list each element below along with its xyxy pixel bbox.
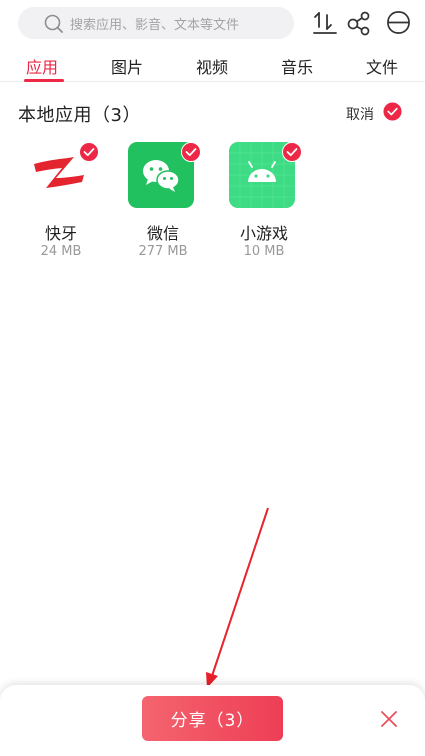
close-icon[interactable] xyxy=(379,709,399,729)
app-name: 微信 xyxy=(146,224,179,243)
tab-images[interactable]: 图片 xyxy=(97,54,157,78)
share-screen: 搜索应用、影音、文本等文件 应用 图片 视频 音乐 文件 本地应用（3） 取消 … xyxy=(0,0,425,756)
download-icon[interactable] xyxy=(312,10,338,36)
tab-apps[interactable]: 应用 xyxy=(12,54,72,78)
tab-videos[interactable]: 视频 xyxy=(182,54,242,78)
share-button[interactable]: 分享（3） xyxy=(142,696,283,741)
app-size: 10 MB xyxy=(243,244,285,259)
app-name: 小游戏 xyxy=(239,224,288,243)
app-size: 277 MB xyxy=(138,244,188,259)
cancel-button[interactable]: 取消 xyxy=(346,104,374,124)
app-icon-container xyxy=(229,142,302,209)
search-icon xyxy=(44,14,63,33)
bottom-action-bar: 分享（3） xyxy=(0,685,425,756)
active-tab-indicator xyxy=(24,79,64,82)
category-tabs: 应用 图片 视频 音乐 文件 xyxy=(0,46,425,82)
select-all-check-icon[interactable] xyxy=(383,102,402,121)
selected-check-icon[interactable] xyxy=(282,142,302,162)
top-bar: 搜索应用、影音、文本等文件 xyxy=(0,0,425,46)
tab-music[interactable]: 音乐 xyxy=(267,54,327,78)
app-icon-container xyxy=(26,142,99,209)
selected-check-icon[interactable] xyxy=(181,142,201,162)
app-name: 快牙 xyxy=(44,224,77,243)
app-size: 24 MB xyxy=(40,244,82,259)
menu-icon[interactable] xyxy=(386,10,412,36)
selected-check-icon[interactable] xyxy=(79,142,99,162)
share-nodes-icon[interactable] xyxy=(346,10,372,36)
search-placeholder: 搜索应用、影音、文本等文件 xyxy=(70,17,240,33)
app-icon-container xyxy=(128,142,201,209)
tab-files[interactable]: 文件 xyxy=(352,54,412,78)
section-title: 本地应用（3） xyxy=(18,105,141,126)
search-input[interactable]: 搜索应用、影音、文本等文件 xyxy=(18,7,294,39)
